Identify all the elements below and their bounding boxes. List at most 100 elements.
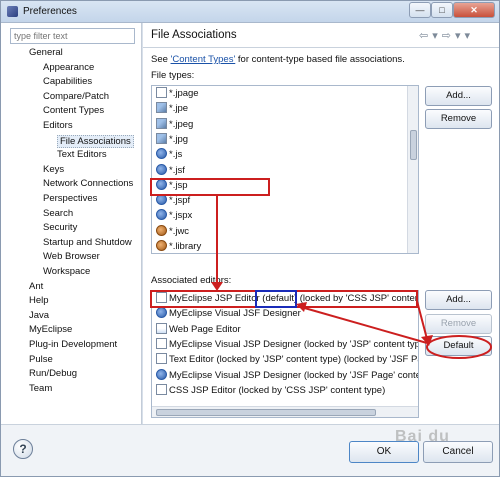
tree-item[interactable]: Startup and Shutdow [43,237,132,248]
preferences-window: Preferences — □ ✕ General Appearance Capab… [0,0,500,477]
list-item-label: CSS JSP Editor (locked by 'CSS JSP' cont… [169,384,386,396]
list-item-label: MyEclipse JSP Editor (default) (locked b… [169,293,419,304]
tree-item[interactable]: Workspace [43,266,90,277]
tree-item[interactable]: Web Browser [43,251,100,262]
preference-tree-panel: General Appearance Capabilities Compare/Pat… [1,23,141,424]
minimize-button[interactable]: — [409,2,431,18]
tree-item[interactable]: Compare/Patch [43,91,109,102]
jsp-editor-icon [156,337,167,349]
tree-item[interactable]: Appearance [43,62,94,73]
tree-item[interactable]: Security [43,222,77,233]
list-item[interactable]: *.jpeg [156,117,193,132]
tree-item[interactable]: Plug-in Development [29,339,117,350]
bean-icon [156,224,167,236]
maximize-button[interactable]: □ [431,2,453,18]
tree-item[interactable]: Pulse [29,354,53,365]
title-bar: Preferences — □ ✕ [1,1,499,23]
content-types-hint: See 'Content Types' for content-type bas… [151,54,405,65]
list-item-label: *.jspf [169,195,191,207]
web-page-icon [156,322,167,334]
image-file-icon [156,102,167,114]
help-icon[interactable]: ? [13,439,33,459]
file-types-scrollbar[interactable] [407,86,418,253]
file-types-label: File types: [151,70,195,81]
tree-item[interactable]: Text Editors [57,149,107,160]
list-item[interactable]: *.jwc [156,224,190,239]
list-item-label: *.jpg [169,133,189,145]
list-item-label: Web Page Editor [169,323,241,335]
list-item[interactable]: *.jpg [156,132,189,147]
page-title: File Associations [151,29,237,41]
file-associations-page: File Associations ⇦▾⇨▾▾ See 'Content Typ… [143,23,499,424]
title-divider [143,47,499,48]
list-item-label: MyEclipse Visual JSP Designer (locked by… [169,369,419,381]
associated-editors-list[interactable]: MyEclipse JSP Editor (default) (locked b… [151,290,419,418]
j-page-icon [156,87,167,98]
close-button[interactable]: ✕ [453,2,495,18]
list-item-label: *.jpage [169,88,199,99]
tree-item[interactable]: Java [29,310,49,321]
tree-item[interactable]: Search [43,208,73,219]
remove-editor-button[interactable]: Remove [425,314,492,334]
list-item[interactable]: MyEclipse Visual JSP Designer (locked by… [156,368,419,383]
tree-item[interactable]: Ant [29,281,43,292]
editors-hscrollbar[interactable] [152,406,418,417]
window-title: Preferences [23,6,77,17]
tree-item[interactable]: Capabilities [43,76,92,87]
tree-item[interactable]: Editors [43,120,73,131]
list-item-label: *.jspx [169,210,193,222]
tree-item[interactable]: Content Types [43,105,104,116]
back-arrow-icon[interactable]: ⇦▾ [419,30,442,42]
list-item[interactable]: *.library [156,240,202,253]
list-item[interactable]: *.jsf [156,163,185,178]
remove-file-type-button[interactable]: Remove [425,109,492,129]
list-item[interactable]: *.jspx [156,209,192,223]
list-item-label: *.library [169,241,202,252]
filter-input[interactable] [10,28,135,44]
list-item[interactable]: MyEclipse Visual JSF Designer [156,307,301,321]
javascript-icon [156,148,167,160]
tree-item[interactable]: Perspectives [43,193,97,204]
default-editor-button[interactable]: Default [425,336,492,356]
tree-item[interactable]: Run/Debug [29,368,77,379]
list-item[interactable]: Web Page Editor [156,322,241,337]
tree-item[interactable]: Network Connections [43,178,133,189]
list-item[interactable]: *.jpage [156,87,199,101]
jsp-icon [156,209,167,221]
list-item[interactable]: MyEclipse JSP Editor (default) (locked b… [156,292,419,306]
tree-item[interactable]: File Associations [57,134,134,148]
image-file-icon [156,117,167,129]
list-item[interactable]: *.jspf [156,194,190,208]
visual-designer-icon [156,307,167,319]
list-item[interactable]: MyEclipse Visual JSP Designer (locked by… [156,337,418,352]
tree-item[interactable]: General [29,47,63,58]
list-item-label: *.jpe [169,103,189,115]
jsf-icon [156,163,167,175]
image-file-icon [156,132,167,144]
list-item[interactable]: *.jpe [156,102,188,116]
list-item[interactable]: CSS JSP Editor (locked by 'CSS JSP' cont… [156,383,386,398]
associated-editors-label: Associated editors: [151,275,232,286]
text-file-icon [156,383,167,395]
list-item[interactable]: *.jsp [156,178,187,193]
add-file-type-button[interactable]: Add... [425,86,492,106]
tree-item[interactable]: Help [29,295,49,306]
content-types-link[interactable]: 'Content Types' [171,54,236,65]
editors-scroll-thumb[interactable] [156,409,376,416]
tree-item[interactable]: MyEclipse [29,324,72,335]
list-item[interactable]: *.js [156,148,182,162]
eclipse-window-icon [7,6,18,17]
view-menu-icon[interactable]: ▾ [465,30,475,42]
forward-arrow-icon[interactable]: ⇨▾ [442,30,465,42]
history-nav: ⇦▾⇨▾▾ [419,29,474,42]
tree-item[interactable]: Team [29,383,52,394]
text-file-icon [156,353,167,365]
tree-item[interactable]: Keys [43,164,64,175]
jsp-icon [156,194,167,206]
file-types-list[interactable]: *.jpage *.jpe *.jpeg *.jpg *.js *.jsf *.jsp *.j… [151,85,419,254]
list-item-label: *.jwc [169,225,190,237]
list-item[interactable]: Text Editor (locked by 'JSP' content typ… [156,353,418,367]
file-types-scroll-thumb[interactable] [410,130,417,160]
add-editor-button[interactable]: Add... [425,290,492,310]
baidu-watermark: Bai du [395,428,450,445]
